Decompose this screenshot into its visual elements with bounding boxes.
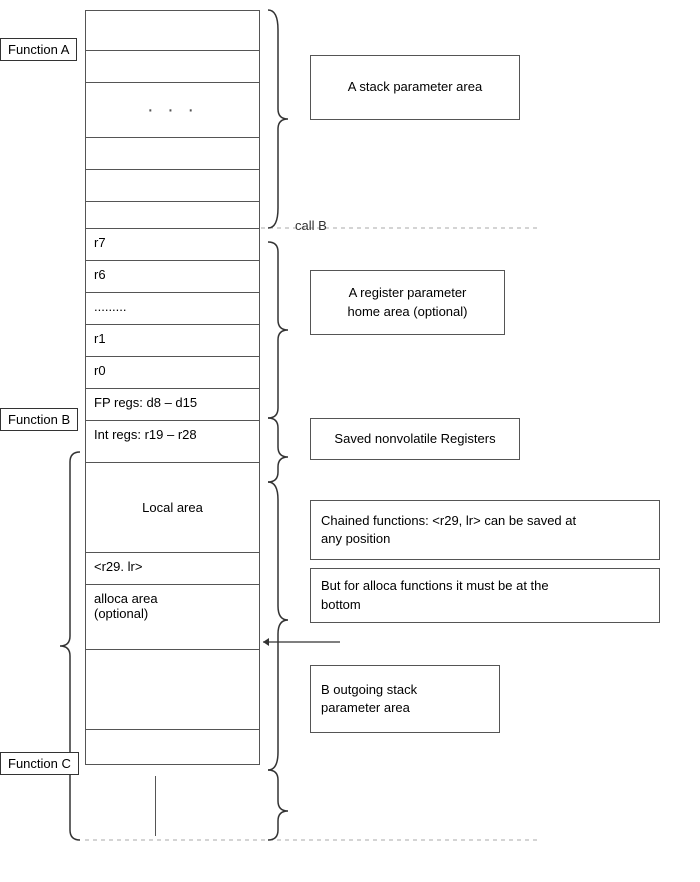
- stack-row-r7: r7: [85, 228, 260, 260]
- call-b-label: call B: [295, 218, 327, 233]
- stack-row-local-area: Local area: [85, 462, 260, 552]
- anno-alloca-note: But for alloca functions it must be at t…: [310, 568, 660, 623]
- anno-saved-nonvolatile: Saved nonvolatile Registers: [310, 418, 520, 460]
- stack-row-int-regs: Int regs: r19 – r28: [85, 420, 260, 462]
- func-label-c: Function C: [0, 752, 79, 775]
- stack-row-r1: r1: [85, 324, 260, 356]
- stack-row-b-outgoing: [85, 649, 260, 729]
- stack-row-dots2: .........: [85, 292, 260, 324]
- stack-row-r0: r0: [85, 356, 260, 388]
- stack-row-param1: [85, 50, 260, 82]
- stack-row-r29-lr: <r29. lr>: [85, 552, 260, 584]
- stack-row-param5: [85, 201, 260, 228]
- anno-reg-param-home: A register parameter home area (optional…: [310, 270, 505, 335]
- stack-row-alloca: alloca area (optional): [85, 584, 260, 649]
- stack-row-r6: r6: [85, 260, 260, 292]
- stack-continuation: [155, 776, 156, 836]
- stack-row-empty-top: [85, 10, 260, 50]
- stack-row-dots: · · ·: [85, 82, 260, 137]
- anno-chained-functions: Chained functions: <r29, lr> can be save…: [310, 500, 660, 560]
- anno-stack-param-area: A stack parameter area: [310, 55, 520, 120]
- stack-row-param4: [85, 169, 260, 201]
- stack-row-fp-regs: FP regs: d8 – d15: [85, 388, 260, 420]
- anno-b-outgoing: B outgoing stack parameter area: [310, 665, 500, 733]
- stack-row-param3: [85, 137, 260, 169]
- stack-row-before-c: [85, 729, 260, 764]
- func-label-a: Function A: [0, 38, 77, 61]
- stack-row-bottom: [85, 764, 260, 765]
- diagram-container: Function A · · · call B r7 r6 ......... …: [0, 0, 700, 882]
- func-label-b: Function B: [0, 408, 78, 431]
